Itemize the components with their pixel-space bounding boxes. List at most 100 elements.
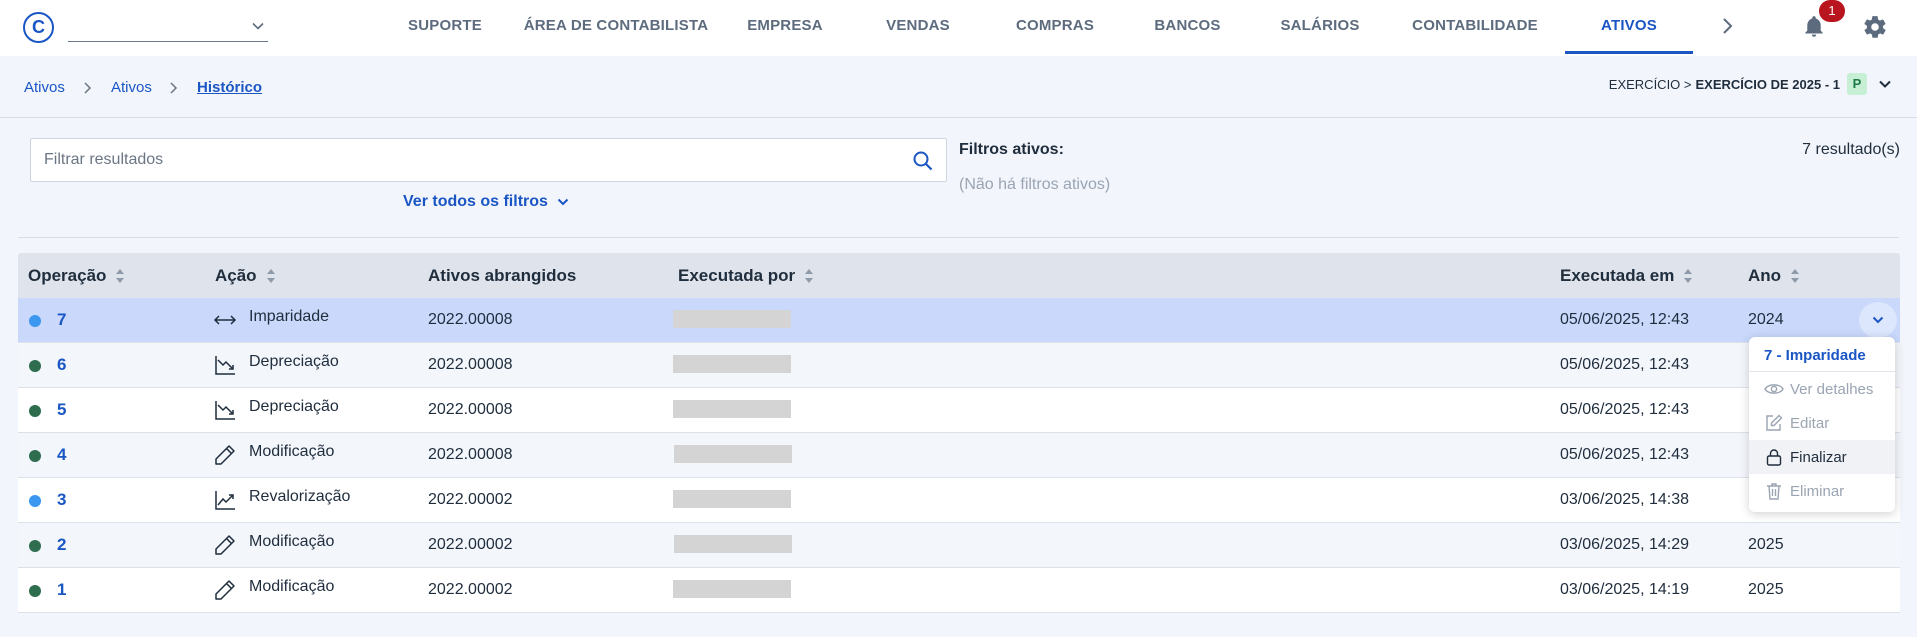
chevron-right-icon[interactable] — [1718, 14, 1738, 38]
nav-item-empresa[interactable]: EMPRESA — [740, 0, 830, 54]
table-row[interactable]: 5 Depreciação 2022.00008 05/06/2025, 12:… — [18, 388, 1900, 433]
operation-number[interactable]: 3 — [57, 478, 66, 522]
nav-item-compras[interactable]: COMPRAS — [1010, 0, 1100, 54]
column-header-assets-label: Ativos abrangidos — [428, 266, 577, 285]
column-header-operation[interactable]: Operação — [28, 253, 125, 298]
exercise-value: EXERCÍCIO DE 2025 - 1 — [1695, 76, 1841, 92]
assets-cell: 2022.00008 — [428, 356, 513, 373]
nav-item-vendas[interactable]: VENDAS — [878, 0, 958, 54]
assets-cell: 2022.00008 — [428, 401, 513, 418]
table-row[interactable]: 7 Imparidade 2022.00008 05/06/2025, 12:4… — [18, 298, 1900, 343]
column-header-action[interactable]: Ação — [215, 253, 276, 298]
chevron-down-icon — [252, 22, 264, 30]
status-dot — [29, 315, 41, 327]
pencil-icon — [213, 443, 237, 467]
trash-icon — [1767, 483, 1781, 500]
action-cell: Modificação — [213, 433, 334, 477]
operation-number[interactable]: 4 — [57, 433, 66, 477]
exercise-label: EXERCÍCIO > — [1608, 76, 1692, 92]
active-filters-title: Filtros ativos: — [959, 141, 1064, 158]
divider — [18, 237, 1899, 238]
menu-item-delete[interactable]: Eliminar — [1749, 474, 1895, 508]
menu-item-view-details[interactable]: Ver detalhes — [1749, 372, 1895, 406]
year-cell: 2025 — [1748, 581, 1784, 598]
redacted-executed-by — [673, 310, 791, 328]
search-icon[interactable] — [912, 150, 934, 172]
breadcrumb-item-historico[interactable]: Histórico — [197, 79, 262, 96]
table-row[interactable]: 1 Modificação 2022.00002 03/06/2025, 14:… — [18, 568, 1900, 613]
results-count: 7 resultado(s) — [1802, 141, 1900, 158]
menu-item-edit[interactable]: Editar — [1749, 406, 1895, 440]
executed-on-cell: 05/06/2025, 12:43 — [1560, 311, 1690, 328]
eye-icon — [1764, 384, 1784, 394]
action-label: Depreciação — [249, 353, 339, 370]
assets-cell: 2022.00008 — [428, 311, 513, 328]
sort-icon — [1684, 268, 1693, 283]
row-actions-toggle[interactable] — [1859, 302, 1897, 338]
table-row[interactable]: 6 Depreciação 2022.00008 05/06/2025, 12:… — [18, 343, 1900, 388]
action-label: Modificação — [249, 578, 335, 595]
status-dot — [29, 585, 41, 597]
nav-item-suporte[interactable]: SUPORTE — [390, 0, 500, 54]
nav-item-area-contabilista[interactable]: ÁREA DE CONTABILISTA — [516, 0, 716, 54]
operation-number[interactable]: 2 — [57, 523, 66, 567]
edit-icon — [1766, 414, 1783, 431]
assets-cell: 2022.00008 — [428, 446, 513, 463]
nav-item-contabilidade[interactable]: CONTABILIDADE — [1410, 0, 1540, 54]
sort-icon — [266, 268, 275, 283]
breadcrumb-item-ativos[interactable]: Ativos — [24, 79, 65, 96]
search-input[interactable] — [31, 139, 891, 181]
chevron-down-icon — [1879, 80, 1891, 88]
year-cell: 2025 — [1748, 536, 1784, 553]
exercise-status-badge: P — [1847, 73, 1867, 95]
executed-on-cell: 03/06/2025, 14:29 — [1560, 536, 1690, 553]
company-selector[interactable] — [68, 10, 268, 42]
action-cell: Modificação — [213, 523, 334, 567]
table-header: Operação Ação Ativos abrangidos Executad… — [18, 253, 1900, 298]
exercise-selector[interactable]: EXERCÍCIO > EXERCÍCIO DE 2025 - 1 P — [1609, 73, 1893, 95]
assets-cell: 2022.00002 — [428, 581, 513, 598]
menu-item-label: Finalizar — [1790, 448, 1847, 466]
redacted-executed-by — [673, 490, 791, 508]
menu-item-finalize[interactable]: Finalizar — [1749, 440, 1895, 474]
column-header-executed-by[interactable]: Executada por — [678, 253, 814, 298]
nav-item-bancos[interactable]: BANCOS — [1150, 0, 1225, 54]
sort-icon — [1791, 268, 1800, 283]
menu-item-label: Ver detalhes — [1790, 380, 1874, 398]
column-header-executed-on[interactable]: Executada em — [1560, 253, 1693, 298]
search-field — [30, 138, 947, 182]
table-row[interactable]: 4 Modificação 2022.00008 05/06/2025, 12:… — [18, 433, 1900, 478]
gear-icon[interactable] — [1862, 14, 1888, 40]
operation-number[interactable]: 5 — [57, 388, 66, 432]
column-header-assets: Ativos abrangidos — [428, 253, 576, 298]
redacted-executed-by — [674, 445, 792, 463]
column-header-year[interactable]: Ano — [1748, 253, 1800, 298]
nav-item-ativos[interactable]: ATIVOS — [1565, 0, 1693, 54]
row-actions-menu-title: 7 - Imparidade — [1749, 340, 1895, 372]
column-header-executed-on-label: Executada em — [1560, 266, 1675, 285]
action-label: Imparidade — [249, 308, 330, 325]
chevron-down-icon — [557, 198, 569, 206]
redacted-executed-by — [673, 580, 791, 598]
notification-badge: 1 — [1819, 0, 1845, 22]
column-header-operation-label: Operação — [28, 266, 107, 285]
chevron-down-icon — [1872, 316, 1884, 324]
breadcrumb-item-ativos-2[interactable]: Ativos — [111, 79, 152, 96]
operation-number[interactable]: 1 — [57, 568, 66, 612]
column-header-year-label: Ano — [1748, 266, 1782, 285]
row-actions-menu: 7 - Imparidade Ver detalhes Editar Final… — [1749, 337, 1895, 512]
menu-item-label: Eliminar — [1790, 482, 1845, 500]
nav-item-salarios[interactable]: SALÁRIOS — [1280, 0, 1360, 54]
chevron-right-icon — [170, 82, 178, 94]
operation-number[interactable]: 7 — [57, 298, 66, 342]
action-cell: Depreciação — [213, 343, 339, 387]
table-row[interactable]: 3 Revalorização 2022.00002 03/06/2025, 1… — [18, 478, 1900, 523]
operation-number[interactable]: 6 — [57, 343, 66, 387]
table-row[interactable]: 2 Modificação 2022.00002 03/06/2025, 14:… — [18, 523, 1900, 568]
app-logo[interactable]: C — [23, 12, 54, 43]
see-all-filters-button[interactable]: Ver todos os filtros — [403, 193, 570, 211]
arrows-horizontal-icon — [213, 308, 237, 332]
executed-on-cell: 05/06/2025, 12:43 — [1560, 356, 1690, 373]
action-cell: Modificação — [213, 568, 334, 612]
executed-on-cell: 05/06/2025, 12:43 — [1560, 401, 1690, 418]
